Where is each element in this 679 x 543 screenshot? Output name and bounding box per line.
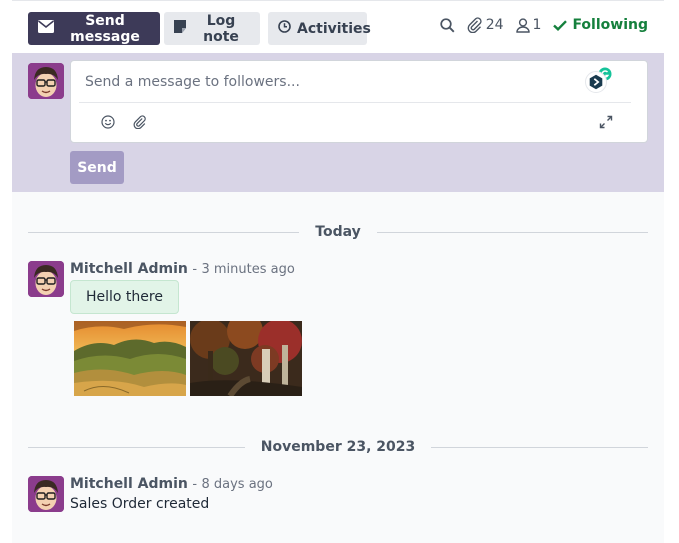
message-header: Mitchell Admin - 3 minutes ago: [70, 261, 295, 277]
mountain-landscape-image: [74, 321, 186, 396]
chatter-topbar: Send message Log note Activities 24 1 Fo…: [12, 0, 664, 53]
chatter-panel: Send message Log note Activities 24 1 Fo…: [12, 0, 664, 543]
separator-label: November 23, 2023: [260, 439, 416, 455]
message-bubble: Hello there: [70, 280, 179, 314]
separator-line: [28, 231, 300, 233]
date-separator: November 23, 2023: [28, 437, 649, 457]
message-item: Mitchell Admin - 8 days ago Sales Order …: [28, 476, 648, 516]
emoji-icon[interactable]: [99, 113, 117, 131]
user-icon: [515, 17, 530, 33]
attachments-count: 24: [485, 17, 504, 33]
topbar-right-group: 24 1 Following: [440, 17, 648, 33]
input-divider: [79, 102, 631, 103]
message-dash: -: [192, 477, 198, 492]
send-message-button[interactable]: Send message: [28, 12, 160, 45]
message-time: 8 days ago: [201, 477, 273, 492]
avatar: [28, 63, 64, 99]
avatar[interactable]: [28, 261, 64, 297]
message-input-box: [70, 60, 648, 143]
search-icon[interactable]: [440, 17, 455, 33]
send-message-label: Send message: [70, 12, 140, 45]
separator-line: [28, 446, 245, 448]
attachments-counter[interactable]: 24: [467, 17, 504, 33]
avatar[interactable]: [28, 476, 64, 512]
date-separator: Today: [28, 222, 649, 242]
paperclip-icon: [467, 17, 483, 33]
message-dash: -: [192, 262, 198, 277]
note-icon: [174, 20, 186, 37]
activities-label: Activities: [297, 20, 371, 37]
message-item: Mitchell Admin - 3 minutes ago Hello the…: [28, 261, 648, 401]
activities-button[interactable]: Activities: [268, 12, 371, 45]
separator-line: [431, 446, 649, 448]
message-author[interactable]: Mitchell Admin: [70, 261, 188, 277]
log-note-label: Log note: [203, 12, 239, 45]
attach-icon[interactable]: [131, 113, 149, 131]
log-note-button[interactable]: Log note: [164, 12, 260, 45]
message-input[interactable]: [85, 71, 585, 93]
attachment-image[interactable]: [74, 321, 186, 396]
message-body: Sales Order created: [70, 496, 210, 512]
followers-count: 1: [532, 17, 542, 33]
following-button[interactable]: Following: [553, 17, 648, 33]
message-composer: Send: [12, 53, 664, 192]
expand-icon[interactable]: [597, 113, 615, 131]
following-label: Following: [572, 17, 648, 33]
clock-icon: [278, 20, 291, 37]
message-time: 3 minutes ago: [201, 262, 295, 277]
send-button[interactable]: Send: [70, 151, 124, 184]
separator-line: [376, 231, 649, 233]
followers-counter[interactable]: 1: [515, 17, 542, 33]
autumn-forest-image: [190, 321, 302, 396]
grammarly-icon[interactable]: [583, 66, 613, 96]
message-author[interactable]: Mitchell Admin: [70, 476, 188, 492]
separator-label: Today: [315, 224, 361, 240]
envelope-icon: [38, 20, 54, 37]
message-header: Mitchell Admin - 8 days ago: [70, 476, 273, 492]
check-icon: [553, 19, 568, 31]
attachment-image[interactable]: [190, 321, 302, 396]
